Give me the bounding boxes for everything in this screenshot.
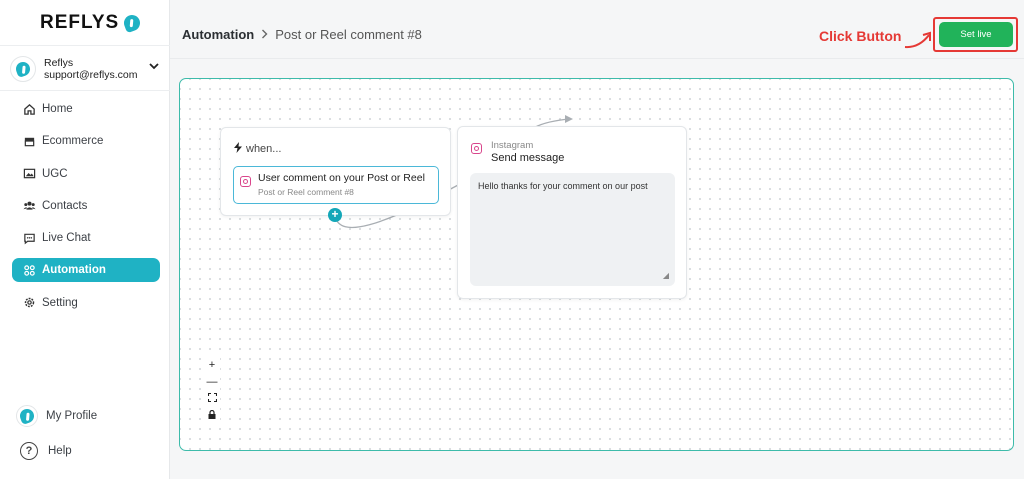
avatar	[10, 56, 36, 82]
sidebar-item-ecommerce[interactable]: Ecommerce	[12, 129, 160, 153]
resize-handle-icon[interactable]: ◢	[663, 271, 669, 280]
flow-canvas[interactable]: when... User comment on your Post or Ree…	[179, 78, 1014, 451]
chat-icon	[22, 231, 36, 245]
account-name: Reflys	[44, 57, 74, 69]
image-icon	[22, 167, 36, 181]
profile-avatar	[16, 405, 38, 427]
sidebar-item-live-chat[interactable]: Live Chat	[12, 226, 160, 250]
sidebar-divider	[0, 45, 170, 46]
trigger-node[interactable]: when... User comment on your Post or Ree…	[220, 127, 451, 216]
action-node[interactable]: Instagram Send message Hello thanks for …	[457, 126, 687, 299]
zoom-out-button[interactable]: —	[204, 374, 220, 391]
sidebar-nav: Home Ecommerce UGC Contacts Live Chat Au…	[12, 97, 160, 323]
sidebar-item-ugc[interactable]: UGC	[12, 162, 160, 186]
sidebar-item-label: Ecommerce	[42, 135, 104, 148]
help-label: Help	[48, 445, 72, 457]
account-email: support@reflys.com	[44, 69, 138, 81]
help-icon: ?	[20, 442, 38, 460]
sidebar-item-automation[interactable]: Automation	[12, 258, 160, 283]
breadcrumb-section[interactable]: Automation	[182, 27, 254, 42]
sidebar-item-label: UGC	[42, 167, 68, 180]
store-icon	[22, 134, 36, 148]
sidebar-item-label: Setting	[42, 296, 78, 309]
header-divider	[170, 58, 1024, 59]
instagram-icon	[471, 143, 482, 154]
help-link[interactable]: ? Help	[20, 442, 170, 460]
chevron-down-icon[interactable]	[149, 62, 159, 73]
bolt-icon	[234, 142, 242, 156]
breadcrumb: Automation Post or Reel comment #8	[182, 27, 422, 42]
automation-icon	[22, 263, 36, 277]
brand-logo-icon	[14, 60, 32, 78]
home-icon	[22, 102, 36, 116]
chevron-right-icon	[261, 28, 268, 42]
gear-icon	[22, 296, 36, 310]
canvas-controls: + —	[204, 357, 220, 425]
when-text: when...	[246, 143, 282, 155]
brand-logo-icon	[18, 407, 36, 425]
sidebar-divider	[0, 90, 170, 91]
brand-name: REFLYS	[40, 12, 120, 33]
sidebar: REFLYS Reflys support@reflys.com Home Ec…	[0, 0, 170, 479]
my-profile-link[interactable]: My Profile	[16, 405, 166, 427]
sidebar-item-setting[interactable]: Setting	[12, 291, 160, 315]
account-switcher[interactable]: Reflys support@reflys.com	[10, 54, 165, 84]
action-platform: Instagram	[491, 140, 534, 151]
lock-icon[interactable]	[204, 408, 220, 425]
breadcrumb-page: Post or Reel comment #8	[275, 27, 422, 42]
set-live-button[interactable]: Set live	[939, 22, 1013, 47]
my-profile-label: My Profile	[46, 410, 98, 422]
sidebar-item-label: Live Chat	[42, 232, 91, 245]
fit-view-icon[interactable]	[204, 391, 220, 408]
when-label: when...	[234, 142, 281, 156]
instagram-icon	[240, 176, 251, 187]
sidebar-item-contacts[interactable]: Contacts	[12, 194, 160, 218]
annotation-label: Click Button	[819, 28, 902, 44]
brand-logo-icon	[121, 12, 143, 34]
trigger-card[interactable]: User comment on your Post or Reel Post o…	[233, 166, 439, 204]
trigger-subtitle: Post or Reel comment #8	[258, 187, 354, 197]
sidebar-item-label: Contacts	[42, 199, 88, 212]
trigger-title: User comment on your Post or Reel	[258, 172, 425, 184]
sidebar-item-label: Home	[42, 103, 73, 115]
sidebar-item-label: Automation	[42, 264, 106, 277]
message-text: Hello thanks for your comment on our pos…	[478, 181, 648, 191]
users-icon	[22, 199, 36, 213]
annotation-arrow-icon	[904, 31, 931, 49]
message-textarea[interactable]: Hello thanks for your comment on our pos…	[470, 173, 675, 286]
add-step-button[interactable]: +	[328, 208, 342, 222]
brand-logo[interactable]: REFLYS	[40, 12, 143, 34]
action-title: Send message	[491, 152, 565, 164]
sidebar-item-home[interactable]: Home	[12, 97, 160, 121]
zoom-in-button[interactable]: +	[204, 357, 220, 374]
